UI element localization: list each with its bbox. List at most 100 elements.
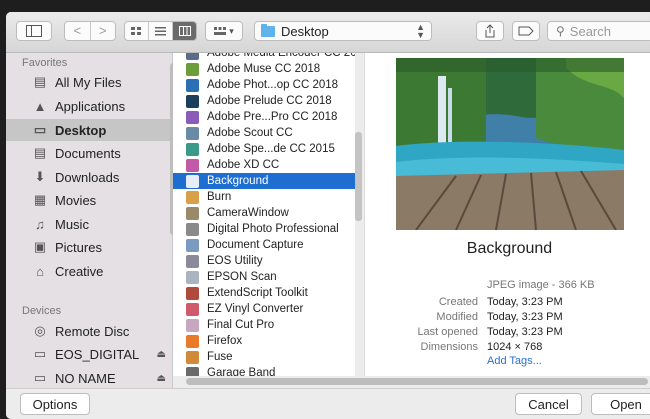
favorites-header: Favorites xyxy=(22,57,68,69)
drive-icon: ▭ xyxy=(33,370,47,385)
file-row[interactable]: Adobe XD CC xyxy=(173,157,355,173)
sidebar-item-movies[interactable]: ▦ Movies xyxy=(6,189,172,211)
devices-header: Devices xyxy=(22,305,62,317)
file-row[interactable]: Adobe Spe...de CC 2015 xyxy=(173,141,355,157)
eject-icon[interactable]: ⏏ xyxy=(157,349,166,360)
share-button[interactable] xyxy=(476,21,504,41)
sidebar-icon xyxy=(26,25,42,37)
sidebar-item-music[interactable]: ♫ Music xyxy=(6,213,172,235)
sidebar-item-remote-disc[interactable]: ◎ Remote Disc xyxy=(6,320,172,342)
bottom-bar: Options Cancel Open xyxy=(6,388,650,419)
preview-filename: Background xyxy=(466,240,553,257)
sidebar-item-label: All My Files xyxy=(55,74,122,90)
file-row[interactable]: Adobe Scout CC xyxy=(173,125,355,141)
app-icon xyxy=(186,158,199,172)
arrange-menu-button[interactable]: ▾ xyxy=(205,21,243,41)
sidebar-item-desktop[interactable]: ▭ Desktop xyxy=(6,119,172,141)
sidebar-item-all-my-files[interactable]: ▤ All My Files xyxy=(6,71,172,93)
folder-icon xyxy=(261,23,275,37)
waterfall-landscape-image xyxy=(396,58,624,230)
file-name: Garage Band xyxy=(207,367,276,376)
app-icon xyxy=(186,78,199,92)
back-button[interactable]: < xyxy=(65,22,90,40)
file-row[interactable]: Adobe Media Encoder CC 2018 xyxy=(173,53,355,61)
sidebar-item-eos-digital[interactable]: ▭ EOS_DIGITAL ⏏ xyxy=(6,343,172,365)
add-tags-link[interactable]: Add Tags... xyxy=(487,355,542,367)
app-icon xyxy=(186,110,199,124)
file-row[interactable]: Adobe Pre...Pro CC 2018 xyxy=(173,109,355,125)
sidebar-item-no-name[interactable]: ▭ NO NAME ⏏ xyxy=(6,367,172,389)
search-icon: ⚲ xyxy=(556,24,565,38)
tag-button[interactable] xyxy=(512,21,540,41)
sidebar-item-documents[interactable]: ▤ Documents xyxy=(6,142,172,164)
sidebar-item-label: EOS_DIGITAL xyxy=(55,346,140,362)
file-row[interactable]: ExtendScript Toolkit xyxy=(173,285,355,301)
app-icon xyxy=(186,254,199,268)
meta-value-dimensions: 1024 × 768 xyxy=(487,341,543,353)
file-name: Adobe XD CC xyxy=(207,159,280,171)
search-field[interactable]: ⚲ Search xyxy=(547,21,650,41)
file-list-scrollbar[interactable] xyxy=(355,132,362,221)
meta-label-modified: Modified xyxy=(436,311,478,323)
open-button[interactable]: Open xyxy=(591,393,650,415)
preview-kind: JPEG image - 366 KB xyxy=(487,279,595,291)
file-row[interactable]: Adobe Phot...op CC 2018 xyxy=(173,77,355,93)
file-name: Digital Photo Professional xyxy=(207,223,339,235)
sidebar-item-label: NO NAME xyxy=(55,370,116,386)
sidebar-item-applications[interactable]: ▲ Applications xyxy=(6,95,172,117)
file-row[interactable]: EZ Vinyl Converter xyxy=(173,301,355,317)
file-name: Adobe Scout CC xyxy=(207,127,293,139)
file-row[interactable]: Adobe Muse CC 2018 xyxy=(173,61,355,77)
applications-icon: ▲ xyxy=(33,98,47,114)
file-name: Firefox xyxy=(207,335,243,347)
sidebar-item-downloads[interactable]: ⬇ Downloads xyxy=(6,166,172,188)
toolbar: < > ▾ Desktop ▲ ▼ ⚲ Search xyxy=(6,12,650,53)
sidebar-item-pictures[interactable]: ▣ Pictures xyxy=(6,236,172,258)
list-view-icon xyxy=(155,26,166,35)
app-icon xyxy=(186,53,199,60)
file-row[interactable]: Digital Photo Professional xyxy=(173,221,355,237)
file-name: Fuse xyxy=(207,351,233,363)
file-row[interactable]: Fuse xyxy=(173,349,355,365)
preview-pane: Background JPEG image - 366 KB Created T… xyxy=(365,53,650,376)
forward-button[interactable]: > xyxy=(89,22,116,40)
options-button[interactable]: Options xyxy=(20,393,90,415)
all-files-icon: ▤ xyxy=(33,74,47,89)
icon-view-button[interactable] xyxy=(125,22,148,40)
file-row[interactable]: Document Capture xyxy=(173,237,355,253)
eject-icon[interactable]: ⏏ xyxy=(157,373,166,384)
file-row[interactable]: Burn xyxy=(173,189,355,205)
location-popup[interactable]: Desktop ▲ ▼ xyxy=(254,21,432,41)
meta-label-dimensions: Dimensions xyxy=(420,341,478,353)
file-row-selected[interactable]: Background xyxy=(173,173,355,189)
file-name: Adobe Phot...op CC 2018 xyxy=(207,79,339,91)
movies-icon: ▦ xyxy=(33,192,47,207)
preview-image xyxy=(396,58,624,230)
column-view-button[interactable] xyxy=(172,22,196,40)
app-icon xyxy=(186,222,199,236)
file-row[interactable]: Adobe Prelude CC 2018 xyxy=(173,93,355,109)
app-icon xyxy=(186,174,199,188)
sidebar-item-label: Pictures xyxy=(55,239,102,255)
meta-value-modified: Today, 3:23 PM xyxy=(487,311,563,323)
meta-label-created: Created xyxy=(438,296,478,308)
app-icon xyxy=(186,94,199,108)
file-row[interactable]: Garage Band xyxy=(173,365,355,376)
file-row[interactable]: CameraWindow xyxy=(173,205,355,221)
sidebar-item-creative[interactable]: ⌂ Creative xyxy=(6,260,172,282)
app-icon xyxy=(186,142,199,156)
file-row[interactable]: EPSON Scan xyxy=(173,269,355,285)
file-row[interactable]: Firefox xyxy=(173,333,355,349)
sidebar-item-label: Movies xyxy=(55,192,97,208)
view-mode-buttons xyxy=(124,21,197,41)
home-icon: ⌂ xyxy=(36,263,44,279)
list-view-button[interactable] xyxy=(148,22,172,40)
file-row[interactable]: Final Cut Pro xyxy=(173,317,355,333)
file-row[interactable]: EOS Utility xyxy=(173,253,355,269)
horizontal-scrollbar[interactable] xyxy=(186,378,648,385)
cancel-button[interactable]: Cancel xyxy=(515,393,582,415)
sidebar-toggle-button[interactable] xyxy=(16,21,52,41)
share-icon xyxy=(485,24,495,38)
file-name: EPSON Scan xyxy=(207,271,277,283)
app-icon xyxy=(186,302,199,316)
